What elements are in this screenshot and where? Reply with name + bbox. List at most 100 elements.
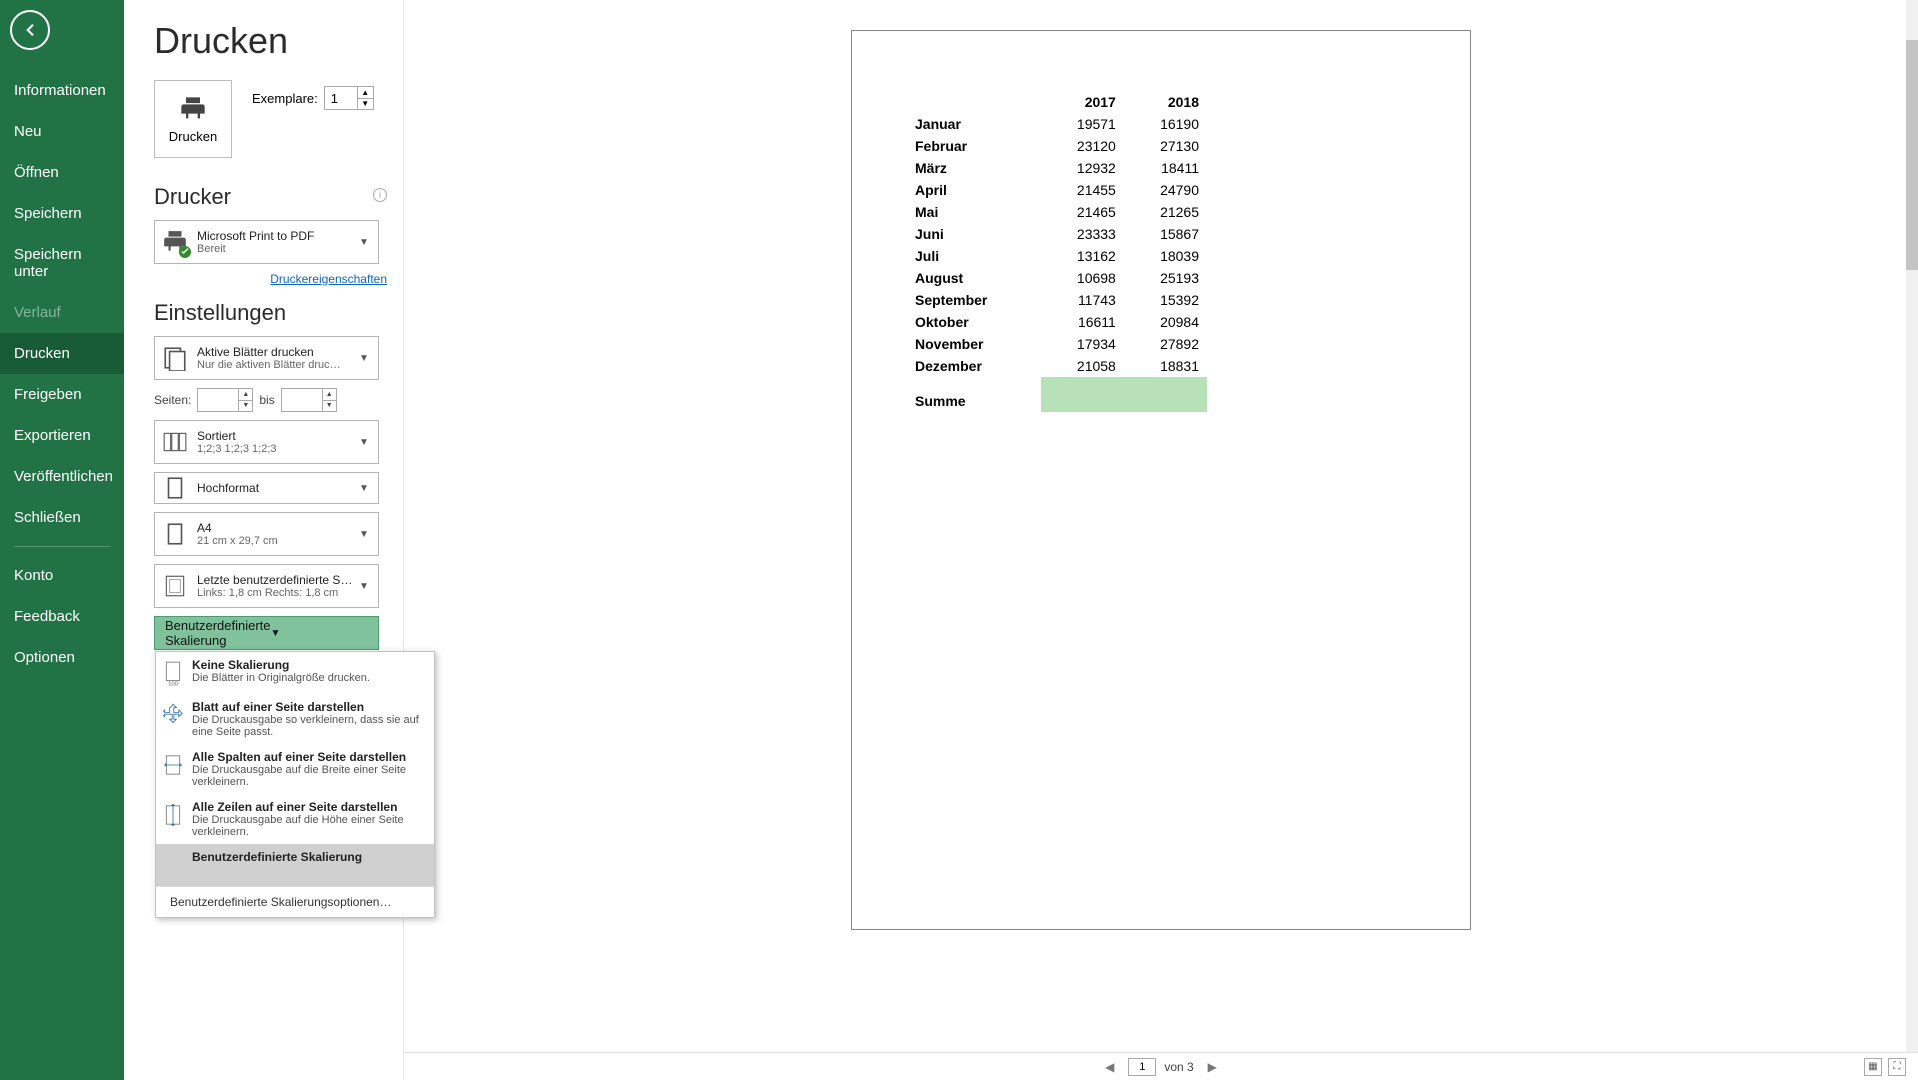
sidebar-item-speichern-unter[interactable]: Speichern unter: [0, 234, 124, 292]
sidebar-item-neu[interactable]: Neu: [0, 111, 124, 152]
orientation-dropdown[interactable]: Hochformat ▼: [154, 472, 379, 504]
sidebar-item-feedback[interactable]: Feedback: [0, 596, 124, 637]
pages-to-spinner[interactable]: ▲▼: [281, 388, 337, 412]
preview-scrollbar[interactable]: [1906, 0, 1918, 1052]
pages-from-spinner[interactable]: ▲▼: [197, 388, 253, 412]
scaling-option-desc: Die Blätter in Originalgröße drucken.: [192, 672, 370, 684]
scaling-option-title: Blatt auf einer Seite darstellen: [192, 700, 424, 714]
scaling-option-no-scaling[interactable]: 100 Keine SkalierungDie Blätter in Origi…: [156, 652, 434, 694]
margins-line2: Links: 1,8 cm Rechts: 1,8 cm: [197, 587, 356, 599]
margins-line1: Letzte benutzerdefinierte Sei…: [197, 573, 356, 587]
cell-2018: 16190: [1124, 113, 1207, 135]
table-row: Dezember2105818831: [907, 355, 1207, 377]
sidebar-item-drucken[interactable]: Drucken: [0, 333, 124, 374]
fit-height-icon: [162, 800, 184, 830]
table-row: Februar2312027130: [907, 135, 1207, 157]
row-label: Oktober: [907, 311, 1041, 333]
scaling-option-title: Alle Spalten auf einer Seite darstellen: [192, 750, 424, 764]
print-button[interactable]: Drucken: [154, 80, 232, 158]
current-page-input[interactable]: [1128, 1058, 1156, 1076]
sidebar-item-speichern[interactable]: Speichern: [0, 193, 124, 234]
row-label: Dezember: [907, 355, 1041, 377]
info-icon[interactable]: i: [373, 188, 387, 202]
margins-dropdown[interactable]: Letzte benutzerdefinierte Sei… Links: 1,…: [154, 564, 379, 608]
cell-2017: 12932: [1041, 157, 1124, 179]
printer-properties-link[interactable]: Druckereigenschaften: [162, 272, 387, 286]
cell-2018: 21265: [1124, 201, 1207, 223]
zoom-to-page-button[interactable]: ⛶: [1888, 1058, 1906, 1076]
pages-to-input[interactable]: [282, 389, 322, 411]
cell-2017: 13162: [1041, 245, 1124, 267]
portrait-icon: [161, 474, 189, 502]
sum-label: Summe: [907, 377, 1041, 412]
sidebar-item-verlauf: Verlauf: [0, 292, 124, 333]
pages-from-input[interactable]: [198, 389, 238, 411]
sidebar-item-exportieren[interactable]: Exportieren: [0, 415, 124, 456]
sidebar-item-freigeben[interactable]: Freigeben: [0, 374, 124, 415]
printer-heading: Drucker i: [154, 184, 387, 210]
chevron-down-icon: ▼: [356, 581, 372, 592]
sidebar-item-konto[interactable]: Konto: [0, 555, 124, 596]
pages-from-up[interactable]: ▲: [239, 389, 252, 401]
table-row: Juli1316218039: [907, 245, 1207, 267]
printer-ready-icon: [179, 246, 191, 258]
page-icon: [161, 520, 189, 548]
sidebar-item-informationen[interactable]: Informationen: [0, 70, 124, 111]
print-what-dropdown[interactable]: Aktive Blätter drucken Nur die aktiven B…: [154, 336, 379, 380]
cell-2017: 10698: [1041, 267, 1124, 289]
copies-down[interactable]: ▼: [358, 99, 373, 110]
cell-2017: 17934: [1041, 333, 1124, 355]
scaling-option-title: Keine Skalierung: [192, 658, 370, 672]
pages-label: Seiten:: [154, 393, 191, 407]
cell-2017: 11743: [1041, 289, 1124, 311]
page-title: Drucken: [154, 20, 387, 62]
scaling-option-fit-sheet[interactable]: Blatt auf einer Seite darstellenDie Druc…: [156, 694, 434, 744]
paper-size-dropdown[interactable]: A4 21 cm x 29,7 cm ▼: [154, 512, 379, 556]
scaling-dropdown[interactable]: Benutzerdefinierte Skalierung ▼ 100 Kein…: [154, 616, 379, 650]
sidebar-item-veroeffentlichen[interactable]: Veröffentlichen: [0, 456, 124, 497]
table-row: November1793427892: [907, 333, 1207, 355]
cell-2018: 18411: [1124, 157, 1207, 179]
pages-row: Seiten: ▲▼ bis ▲▼: [154, 388, 379, 412]
next-page-button[interactable]: ▶: [1202, 1060, 1223, 1074]
pages-from-down[interactable]: ▼: [239, 401, 252, 412]
collate-icon: [161, 428, 189, 456]
prev-page-button[interactable]: ◀: [1099, 1060, 1120, 1074]
scaling-option-desc: Die Druckausgabe auf die Höhe einer Seit…: [192, 814, 424, 838]
show-margins-button[interactable]: ▦: [1864, 1058, 1882, 1076]
scaling-option-custom[interactable]: Benutzerdefinierte Skalierung: [156, 844, 434, 886]
collate-line1: Sortiert: [197, 429, 356, 443]
print-what-line1: Aktive Blätter drucken: [197, 345, 356, 359]
row-label: August: [907, 267, 1041, 289]
printer-dropdown[interactable]: Microsoft Print to PDF Bereit ▼: [154, 220, 379, 264]
col-header-2017: 2017: [1041, 91, 1124, 113]
sum-2018: [1124, 377, 1207, 412]
scrollbar-thumb[interactable]: [1906, 40, 1918, 270]
cell-2018: 27130: [1124, 135, 1207, 157]
back-button[interactable]: [10, 10, 50, 50]
copies-label: Exemplare:: [252, 91, 318, 106]
row-label: März: [907, 157, 1041, 179]
copies-spinner[interactable]: ▲ ▼: [324, 86, 374, 110]
cell-2018: 15867: [1124, 223, 1207, 245]
scaling-option-fit-columns[interactable]: Alle Spalten auf einer Seite darstellenD…: [156, 744, 434, 794]
row-label: Januar: [907, 113, 1041, 135]
sidebar-item-schliessen[interactable]: Schließen: [0, 497, 124, 538]
pages-to-down[interactable]: ▼: [323, 401, 336, 412]
pages-to-up[interactable]: ▲: [323, 389, 336, 401]
scaling-menu: 100 Keine SkalierungDie Blätter in Origi…: [155, 651, 435, 918]
scaling-option-fit-rows[interactable]: Alle Zeilen auf einer Seite darstellenDi…: [156, 794, 434, 844]
sheets-icon: [161, 344, 189, 372]
scaling-custom-options[interactable]: Benutzerdefinierte Skalierungsoptionen…: [156, 886, 434, 917]
sidebar-item-optionen[interactable]: Optionen: [0, 637, 124, 678]
printer-device-icon: [161, 228, 189, 256]
cell-2017: 21455: [1041, 179, 1124, 201]
print-what-line2: Nur die aktiven Blätter druc…: [197, 359, 356, 371]
copies-input[interactable]: [325, 91, 357, 106]
collate-dropdown[interactable]: Sortiert 1;2;3 1;2;3 1;2;3 ▼: [154, 420, 379, 464]
sidebar-item-oeffnen[interactable]: Öffnen: [0, 152, 124, 193]
chevron-down-icon: ▼: [356, 437, 372, 448]
copies-up[interactable]: ▲: [358, 87, 373, 99]
arrow-left-icon: [21, 21, 39, 39]
cell-2018: 25193: [1124, 267, 1207, 289]
